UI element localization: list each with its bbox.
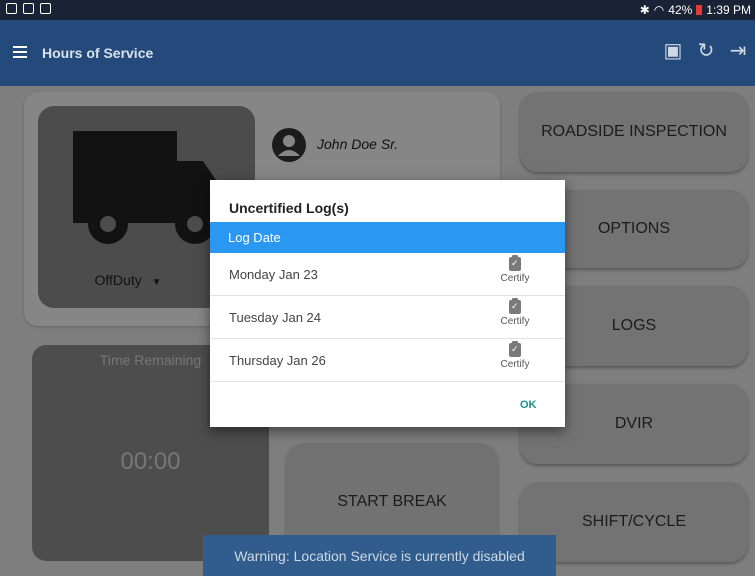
log-row: Thursday Jan 26 Certify: [210, 339, 565, 382]
certify-label: Certify: [500, 273, 530, 284]
log-row: Tuesday Jan 24 Certify: [210, 296, 565, 339]
bluetooth-icon: ✱: [639, 3, 650, 17]
clipboard-check-icon: [509, 298, 521, 314]
notification-icon: [40, 3, 51, 14]
log-date: Tuesday Jan 24: [229, 310, 322, 325]
clipboard-check-icon: [509, 255, 521, 271]
certify-label: Certify: [500, 316, 530, 327]
notification-icon: [23, 3, 34, 14]
logout-icon[interactable]: ⇥: [726, 38, 750, 64]
certify-button[interactable]: Certify: [495, 341, 535, 370]
notification-icon: [6, 3, 17, 14]
notification-icons: [6, 3, 51, 14]
certify-button[interactable]: Certify: [495, 298, 535, 327]
certify-label: Certify: [500, 359, 530, 370]
dialog-title: Uncertified Log(s): [229, 200, 349, 216]
app-bar: Hours of Service ▣ ↻ ⇥: [0, 20, 755, 86]
clipboard-check-icon: [509, 341, 521, 357]
ok-button[interactable]: OK: [520, 399, 537, 411]
log-date-header: Log Date: [210, 222, 565, 253]
log-date: Monday Jan 23: [229, 267, 318, 282]
status-bar: ✱ ◠ 42% 1:39 PM: [0, 0, 755, 20]
wifi-icon: ◠: [653, 3, 665, 17]
log-row: Monday Jan 23 Certify: [210, 253, 565, 296]
menu-icon[interactable]: [13, 46, 27, 58]
app-title: Hours of Service: [42, 45, 154, 61]
clock: 1:39 PM: [706, 3, 751, 17]
printer-icon[interactable]: ▣: [661, 38, 685, 64]
certify-button[interactable]: Certify: [495, 255, 535, 284]
system-indicators: ✱ ◠ 42% 1:39 PM: [640, 3, 751, 17]
uncertified-logs-dialog: Uncertified Log(s) Log Date Monday Jan 2…: [210, 180, 565, 427]
battery-percent: 42%: [668, 3, 693, 17]
location-warning-toast: Warning: Location Service is currently d…: [203, 535, 556, 576]
refresh-icon[interactable]: ↻: [694, 38, 718, 64]
log-date: Thursday Jan 26: [229, 353, 326, 368]
battery-icon: [696, 5, 703, 15]
